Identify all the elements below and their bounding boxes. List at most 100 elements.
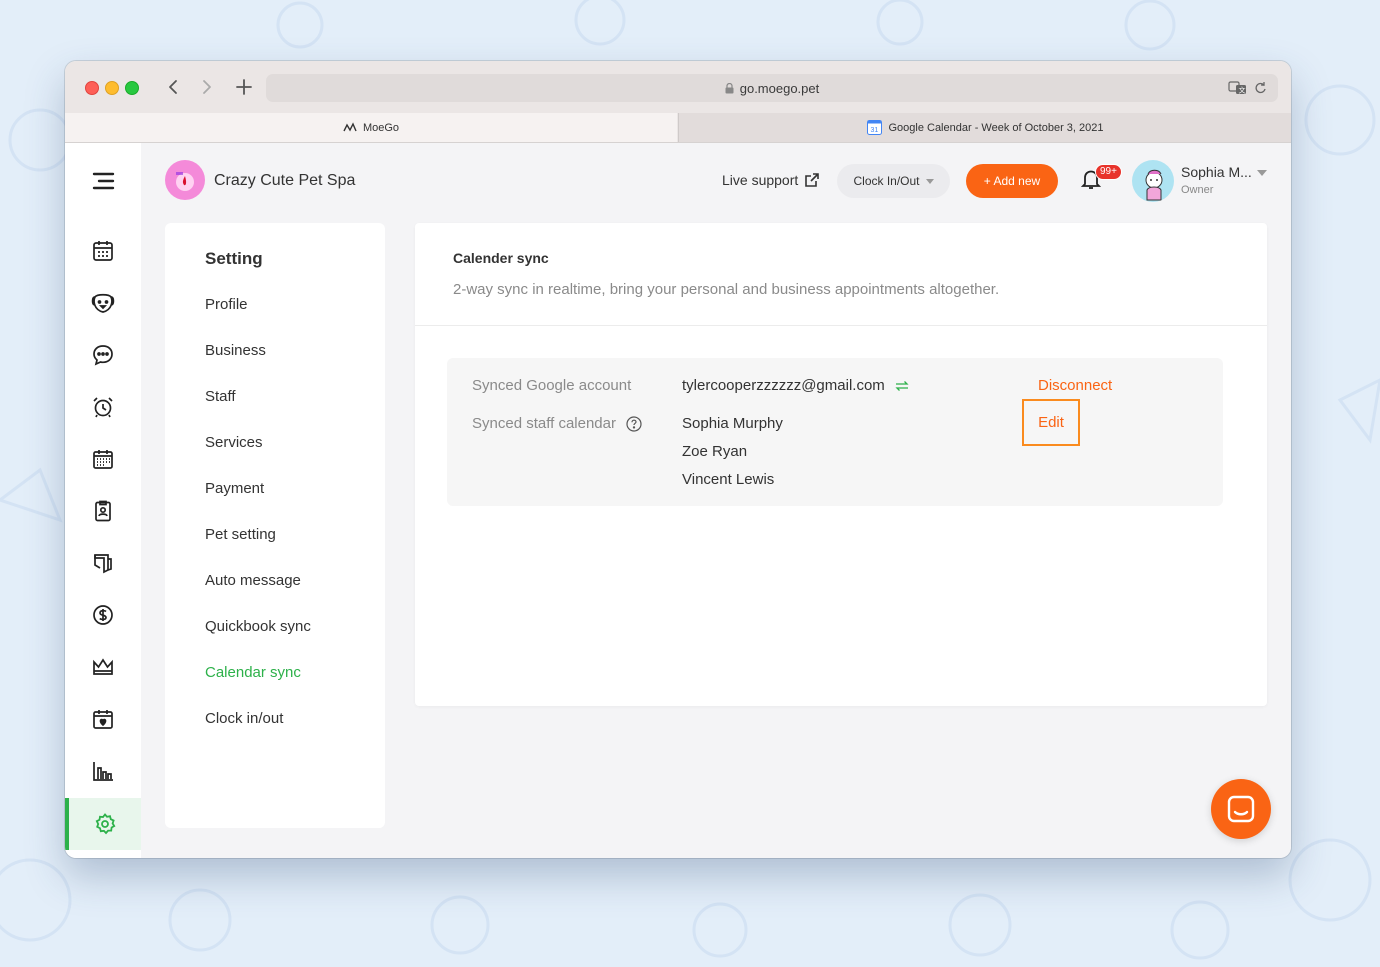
menu-item-clock-in-out[interactable]: Clock in/out (205, 710, 283, 727)
settings-icon (95, 813, 116, 835)
url-text: go.moego.pet (739, 81, 820, 96)
caret-down-icon (925, 178, 934, 184)
help-circle-icon[interactable] (626, 415, 642, 432)
menu-item-quickbook-sync[interactable]: Quickbook sync (205, 618, 311, 635)
nav-pets[interactable] (65, 277, 141, 329)
caret-down-icon[interactable] (1257, 170, 1267, 176)
google-calendar-icon: 31 (867, 120, 883, 135)
disconnect-button[interactable]: Disconnect (1038, 377, 1112, 394)
browser-window: go.moego.pet 文 MoeGo 31 Google Calendar … (65, 61, 1291, 858)
reload-icon[interactable] (1254, 80, 1268, 96)
nav-reports[interactable] (65, 745, 141, 797)
browser-toolbar: go.moego.pet 文 (65, 61, 1291, 113)
menu-item-services[interactable]: Services (205, 434, 263, 451)
translate-icon[interactable]: 文 (1228, 80, 1248, 96)
divider (415, 325, 1267, 326)
menu-item-pet-setting[interactable]: Pet setting (205, 526, 276, 543)
plus-icon (236, 79, 252, 95)
sync-details-card: Synced Google account tylercooperzzzzzz@… (447, 358, 1223, 506)
tab-label: MoeGo (362, 121, 400, 134)
menu-toggle-button[interactable] (65, 155, 141, 207)
chevron-left-icon (169, 80, 177, 94)
nav-retail[interactable] (65, 537, 141, 589)
svg-text:31: 31 (871, 127, 879, 134)
user-role: Owner (1181, 184, 1214, 196)
schedule-icon (93, 450, 113, 469)
zoom-window-button[interactable] (125, 81, 139, 95)
pet-icon (91, 293, 115, 313)
menu-icon (92, 172, 115, 190)
menu-item-profile[interactable]: Profile (205, 296, 248, 313)
nav-payments[interactable] (65, 589, 141, 641)
moego-logo-icon (343, 121, 357, 134)
nav-clients[interactable] (65, 485, 141, 537)
clock-in-out-label: Clock In/Out (853, 174, 920, 188)
chat-icon (93, 345, 113, 366)
business-avatar[interactable] (165, 160, 205, 200)
nav-booking[interactable] (65, 693, 141, 745)
back-button[interactable] (161, 75, 185, 99)
support-chat-button[interactable] (1211, 779, 1271, 839)
external-link-icon (805, 173, 820, 187)
booking-icon (93, 710, 113, 729)
clock-in-out-dropdown[interactable]: Clock In/Out (837, 164, 950, 198)
forward-button[interactable] (195, 75, 219, 99)
tab-google-calendar[interactable]: 31 Google Calendar - Week of October 3, … (678, 113, 1291, 142)
business-logo-icon (176, 172, 194, 191)
address-bar[interactable]: go.moego.pet 文 (266, 74, 1278, 102)
sync-arrows-icon (895, 380, 909, 391)
menu-item-staff[interactable]: Staff (205, 388, 236, 405)
reports-icon (93, 762, 113, 781)
crown-icon (93, 658, 113, 675)
nav-memberships[interactable] (65, 641, 141, 693)
staff-calendar-label: Synced staff calendar (472, 415, 616, 432)
tab-label: Google Calendar - Week of October 3, 202… (888, 121, 1104, 134)
nav-schedule[interactable] (65, 433, 141, 485)
nav-reminders[interactable] (65, 381, 141, 433)
staff-calendar-label-row: Synced staff calendar (472, 415, 642, 432)
calendar-icon (93, 241, 113, 261)
menu-item-auto-message[interactable]: Auto message (205, 572, 301, 589)
staff-name: Vincent Lewis (682, 471, 775, 488)
chat-bubble-icon (1227, 795, 1255, 823)
menu-item-payment[interactable]: Payment (205, 480, 264, 497)
user-avatar[interactable] (1132, 160, 1174, 202)
nav-messages[interactable] (65, 329, 141, 381)
user-name[interactable]: Sophia M... (1181, 164, 1252, 180)
google-account-value: tylercooperzzzzzz@gmail.com (682, 377, 885, 394)
new-tab-button[interactable] (232, 75, 256, 99)
clipboard-icon (95, 500, 111, 522)
live-support-label: Live support (722, 172, 799, 188)
menu-item-business[interactable]: Business (205, 342, 266, 359)
user-avatar-illustration-icon (1145, 169, 1163, 201)
app-area: Crazy Cute Pet Spa Live support Clock In… (65, 143, 1291, 858)
dollar-icon (93, 605, 113, 625)
google-account-label: Synced Google account (472, 377, 632, 394)
chevron-right-icon (203, 80, 211, 94)
menu-item-calendar-sync[interactable]: Calendar sync (205, 664, 301, 681)
alarm-clock-icon (93, 397, 113, 418)
browser-tabs: MoeGo 31 Google Calendar - Week of Octob… (65, 113, 1291, 143)
lock-icon (725, 82, 734, 97)
close-window-button[interactable] (85, 81, 99, 95)
svg-text:文: 文 (1239, 86, 1246, 95)
settings-menu-title: Setting (205, 249, 263, 268)
minimize-window-button[interactable] (105, 81, 119, 95)
staff-name: Sophia Murphy (682, 415, 783, 432)
staff-name: Zoe Ryan (682, 443, 748, 460)
left-navigation-rail (65, 143, 141, 858)
add-new-button[interactable]: + Add new (966, 164, 1058, 198)
retail-icon (94, 554, 112, 574)
page-title: Calender sync (453, 250, 549, 266)
notification-badge: 99+ (1095, 164, 1122, 180)
calendar-sync-panel: Calender sync 2-way sync in realtime, br… (415, 223, 1267, 706)
nav-calendar[interactable] (65, 225, 141, 277)
live-support-link[interactable]: Live support (722, 172, 820, 188)
edit-button[interactable]: Edit (1022, 399, 1080, 446)
tab-moego[interactable]: MoeGo (65, 113, 677, 142)
google-account-row: tylercooperzzzzzz@gmail.com (682, 377, 909, 394)
page-subtitle: 2-way sync in realtime, bring your perso… (453, 281, 1000, 298)
settings-menu: Setting Profile Business Staff Services … (165, 223, 385, 828)
business-name[interactable]: Crazy Cute Pet Spa (214, 172, 355, 190)
nav-settings[interactable] (65, 798, 141, 850)
